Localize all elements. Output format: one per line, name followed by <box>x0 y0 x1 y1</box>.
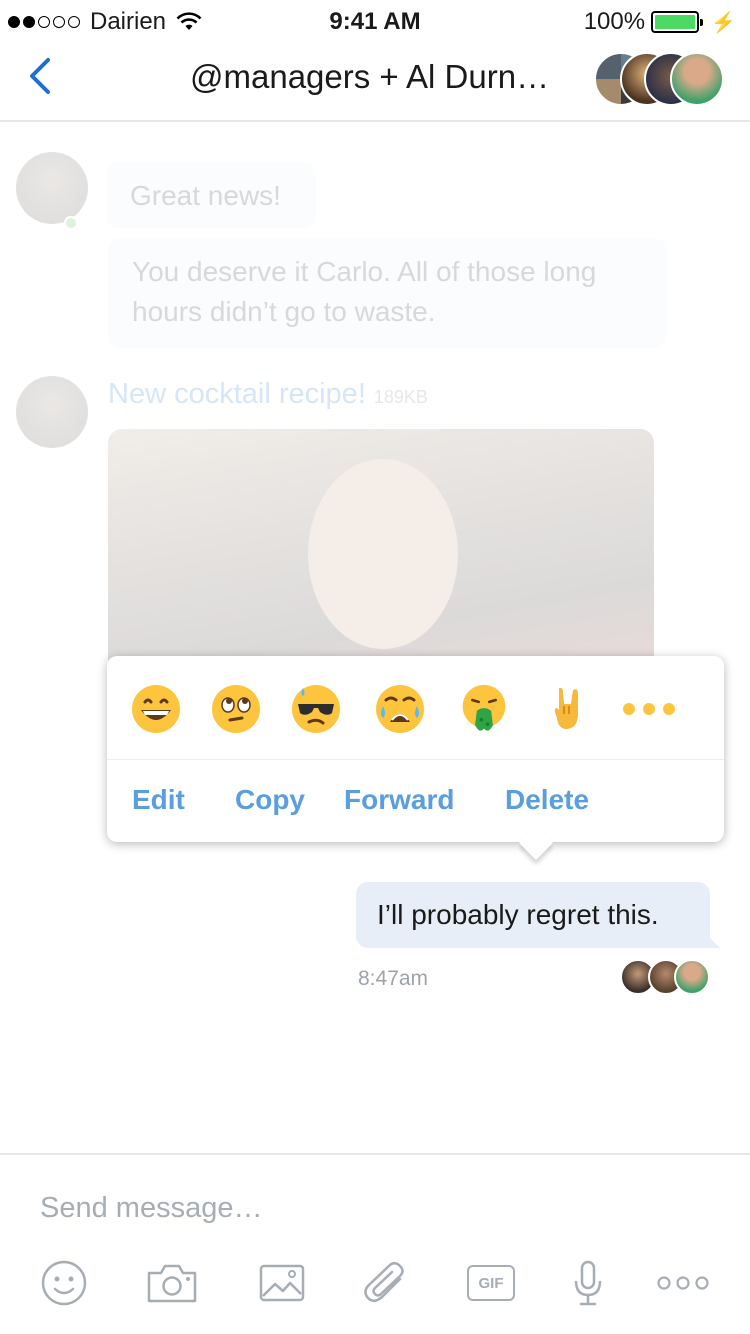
read-receipt-avatars[interactable] <box>620 959 710 995</box>
status-bar: Dairien 9:41 AM 100% ⚡ <box>0 0 750 40</box>
delete-button[interactable]: Delete <box>505 784 589 816</box>
battery-percent: 100% <box>583 8 646 35</box>
more-reactions-icon[interactable] <box>621 684 677 734</box>
edit-button[interactable]: Edit <box>132 784 185 816</box>
microphone-icon[interactable] <box>564 1259 612 1307</box>
status-right: 100% ⚡ <box>584 8 736 36</box>
message-bubble: Great news! <box>106 162 316 228</box>
action-row: Edit Copy Forward Delete <box>107 760 724 842</box>
camera-icon[interactable] <box>146 1259 198 1307</box>
reaction-row <box>107 656 724 760</box>
gif-icon: GIF <box>467 1265 515 1301</box>
emoji-picker-icon[interactable] <box>40 1259 88 1307</box>
charging-bolt-icon: ⚡ <box>711 11 736 34</box>
nav-bar: @managers + Al Durn… <box>0 40 750 122</box>
battery-icon <box>651 11 704 33</box>
eye-roll-face-icon[interactable] <box>211 684 261 734</box>
message-timestamp: 8:47am <box>358 967 429 990</box>
outgoing-message-bubble[interactable]: I’ll probably regret this. <box>356 882 710 948</box>
message-action-popup: Edit Copy Forward Delete <box>107 656 724 842</box>
file-name: New cocktail recipe! <box>108 378 366 410</box>
forward-button[interactable]: Forward <box>344 784 454 816</box>
avatar <box>16 376 88 448</box>
image-attachment <box>108 429 654 689</box>
avatar <box>16 152 88 224</box>
chat-thread[interactable]: Great news! You deserve it Carlo. All of… <box>0 124 750 1154</box>
vomit-face-icon[interactable] <box>459 684 509 734</box>
back-chevron-icon[interactable] <box>22 54 62 98</box>
grinning-face-icon[interactable] <box>131 684 181 734</box>
gif-button[interactable]: GIF <box>467 1259 515 1307</box>
rock-on-hand-icon[interactable] <box>543 684 593 734</box>
avatar <box>674 959 710 995</box>
avatar <box>670 52 724 106</box>
copy-button[interactable]: Copy <box>235 784 305 816</box>
online-indicator <box>64 216 78 230</box>
conversation-title[interactable]: @managers + Al Durn… <box>190 58 549 96</box>
file-size: 189KB <box>373 387 428 407</box>
file-attachment-title: New cocktail recipe! 189KB <box>108 378 428 411</box>
message-bubble: You deserve it Carlo. All of those long … <box>108 238 666 348</box>
attachment-icon[interactable] <box>362 1259 410 1307</box>
crying-face-icon[interactable] <box>375 684 425 734</box>
message-input[interactable] <box>40 1185 710 1231</box>
image-content <box>308 459 458 649</box>
image-gallery-icon[interactable] <box>258 1259 306 1307</box>
message-composer: GIF <box>0 1153 750 1334</box>
sweat-sunglasses-face-icon[interactable] <box>291 684 341 734</box>
more-options-icon[interactable] <box>656 1259 710 1307</box>
gif-label: GIF <box>478 1274 504 1292</box>
participant-avatars[interactable] <box>594 52 724 106</box>
